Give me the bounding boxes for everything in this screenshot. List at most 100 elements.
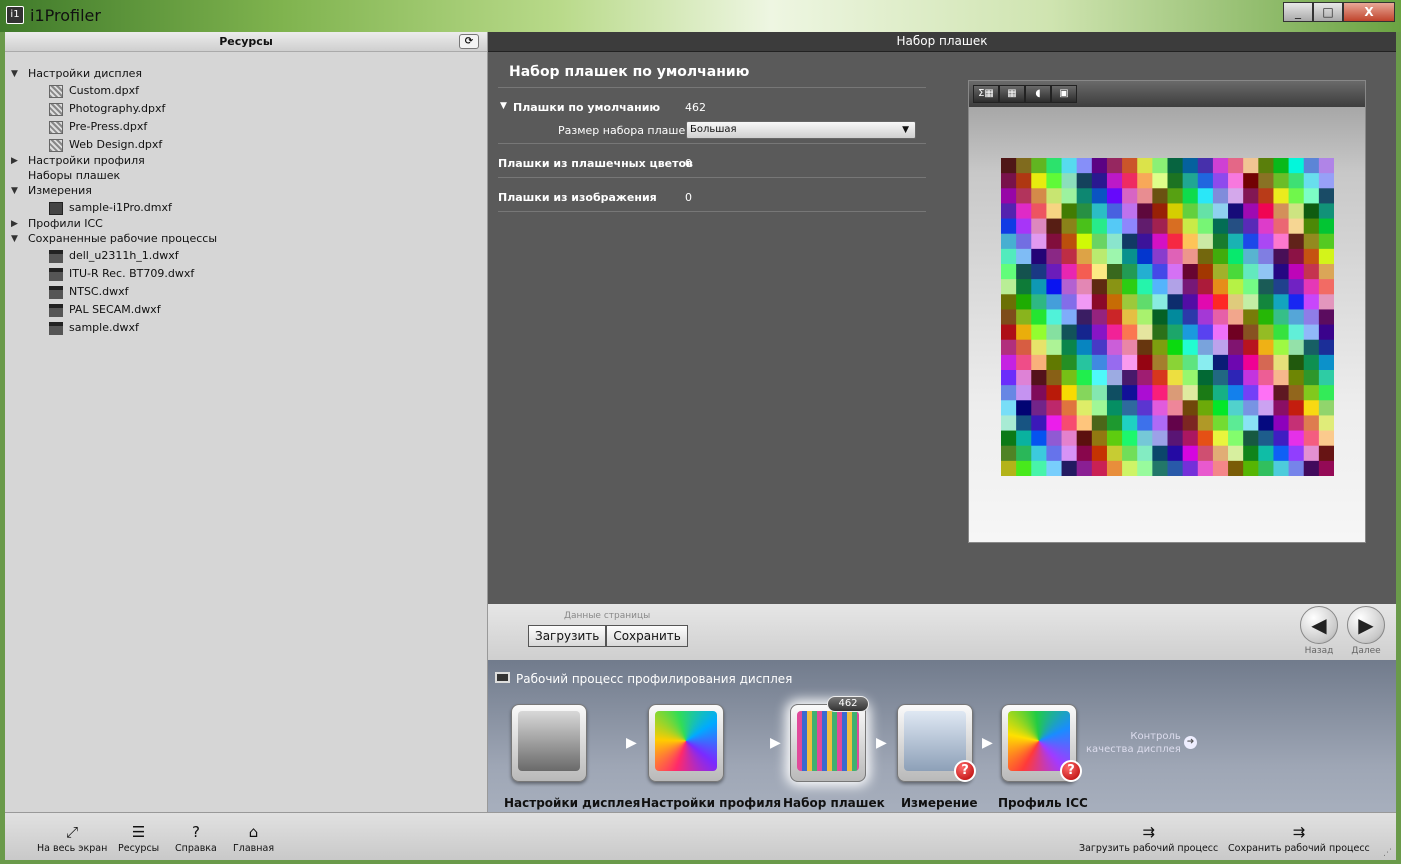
spot-view-icon[interactable]: ◖: [1025, 85, 1051, 103]
tree-folder[interactable]: Наборы плашек: [28, 168, 120, 184]
color-patch: [1273, 445, 1289, 462]
sum-view-icon[interactable]: Σ▦: [973, 85, 999, 103]
tree-item[interactable]: sample-i1Pro.dmxf: [49, 200, 172, 216]
color-patch: [1243, 385, 1259, 401]
color-patch: [1076, 354, 1093, 371]
color-patch: [1182, 415, 1199, 431]
color-patch: [1212, 324, 1229, 341]
color-patch: [1258, 158, 1274, 174]
color-patch: [1001, 188, 1017, 204]
color-patch: [1152, 294, 1168, 310]
step-display-settings[interactable]: [511, 704, 587, 782]
color-patch: [1046, 385, 1062, 401]
resize-grip-icon[interactable]: ⋰: [1383, 848, 1392, 858]
color-patch: [1061, 218, 1078, 235]
expand-right-icon[interactable]: ▶: [11, 153, 21, 169]
back-label: Назад: [1304, 646, 1334, 656]
next-label: Далее: [1351, 646, 1381, 656]
color-patch: [1076, 445, 1093, 462]
next-button[interactable]: ▶: [1347, 606, 1385, 644]
color-patch: [1031, 233, 1047, 250]
tree-folder[interactable]: ▼ Измерения: [11, 183, 92, 199]
image-view-icon[interactable]: ▣: [1051, 85, 1077, 103]
color-patch: [1122, 324, 1138, 341]
color-patch: [1001, 385, 1017, 401]
tree-item[interactable]: ITU-R Rec. BT709.dwxf: [49, 266, 194, 282]
color-patch: [1258, 445, 1274, 462]
tree-folder[interactable]: ▶ Профили ICC: [11, 216, 103, 232]
color-patch: [1303, 309, 1320, 325]
color-patch: [1137, 218, 1153, 235]
minimize-button[interactable]: _: [1283, 2, 1313, 22]
expand-down-icon[interactable]: ▼: [11, 183, 21, 199]
color-patch: [1228, 339, 1244, 356]
help-button[interactable]: ? Справка: [175, 823, 217, 854]
patch-size-select[interactable]: Большая ▼: [686, 121, 916, 139]
color-patch: [1076, 188, 1093, 204]
tree-item[interactable]: sample.dwxf: [49, 320, 139, 336]
expand-toggle-icon[interactable]: ▼: [500, 101, 507, 111]
color-patch: [1167, 445, 1184, 462]
color-patch: [1303, 188, 1320, 204]
color-patch: [1212, 188, 1229, 204]
tree-label: Измерения: [28, 184, 92, 197]
save-button[interactable]: Сохранить: [606, 625, 688, 647]
load-button[interactable]: Загрузить: [528, 625, 607, 647]
tree-folder[interactable]: ▼ Настройки дисплея: [11, 66, 142, 82]
tree-item[interactable]: dell_u2311h_1.dwxf: [49, 248, 179, 264]
color-patch: [1243, 173, 1259, 189]
color-patch: [1167, 248, 1184, 265]
color-patch: [1137, 279, 1153, 295]
save-workflow-button[interactable]: ⇉ Сохранить рабочий процесс: [1228, 823, 1370, 854]
fullscreen-button[interactable]: ⤢ На весь экран: [37, 823, 107, 854]
arrow-circle-icon[interactable]: ➜: [1184, 736, 1197, 749]
step-profile-settings[interactable]: [648, 704, 724, 782]
color-patch: [1076, 203, 1093, 219]
maximize-button[interactable]: □: [1313, 2, 1343, 22]
color-patch: [1091, 415, 1108, 431]
quality-control-link[interactable]: Контроль качества дисплея: [1086, 730, 1181, 756]
tree-folder[interactable]: ▶ Настройки профиля: [11, 153, 145, 169]
tree-item[interactable]: NTSC.dwxf: [49, 284, 128, 300]
step-label: Настройки профиля: [641, 796, 782, 810]
workflow-file-icon: [49, 267, 63, 281]
color-patch: [1167, 264, 1184, 280]
step-patch-set[interactable]: [790, 704, 866, 782]
back-button[interactable]: ◀: [1300, 606, 1338, 644]
load-workflow-button[interactable]: ⇉ Загрузить рабочий процесс: [1079, 823, 1218, 854]
color-patch: [1182, 173, 1199, 189]
color-patch: [1046, 415, 1062, 431]
expand-down-icon[interactable]: ▼: [11, 66, 21, 82]
color-patch: [1152, 203, 1168, 219]
color-patch: [1197, 400, 1214, 416]
expand-right-icon[interactable]: ▶: [11, 216, 21, 232]
color-patch: [1122, 279, 1138, 295]
tree-item[interactable]: Pre-Press.dpxf: [49, 119, 147, 135]
tree-item[interactable]: Custom.dpxf: [49, 83, 139, 99]
resources-button[interactable]: ☰ Ресурсы: [118, 823, 159, 854]
color-patch: [1303, 248, 1320, 265]
color-patch: [1243, 324, 1259, 341]
color-patch: [1122, 370, 1138, 386]
tree-item[interactable]: PAL SECAM.dwxf: [49, 302, 161, 318]
color-patch: [1288, 385, 1305, 401]
tree-item[interactable]: Photography.dpxf: [49, 101, 165, 117]
tree-folder[interactable]: ▼ Сохраненные рабочие процессы: [11, 231, 217, 247]
resources-title: Ресурсы: [219, 35, 273, 48]
refresh-icon[interactable]: ⟳: [459, 34, 479, 49]
step-label: Настройки дисплея: [504, 796, 641, 810]
color-patch: [1303, 430, 1320, 447]
close-button[interactable]: X: [1343, 2, 1395, 22]
color-patch: [1016, 218, 1032, 235]
tree-item[interactable]: Web Design.dpxf: [49, 137, 162, 153]
color-patch: [1318, 370, 1334, 386]
grid-view-icon[interactable]: ▦: [999, 85, 1025, 103]
color-patch: [1137, 354, 1153, 371]
color-patch: [1288, 294, 1305, 310]
expand-down-icon[interactable]: ▼: [11, 231, 21, 247]
color-patch: [1303, 339, 1320, 356]
workflow-strip: Рабочий процесс профилирования дисплея ▶…: [488, 660, 1396, 812]
home-button[interactable]: ⌂ Главная: [233, 823, 274, 854]
color-patch: [1152, 309, 1168, 325]
color-patch: [1212, 445, 1229, 462]
